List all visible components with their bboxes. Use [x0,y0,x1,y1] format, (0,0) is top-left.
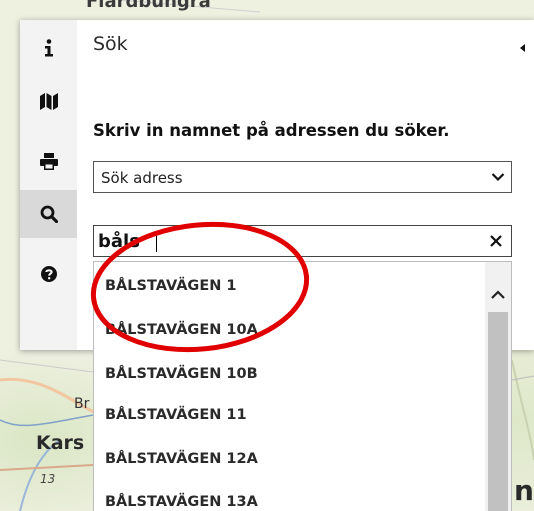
map-label-road-number: 13 [40,472,56,486]
search-result-item[interactable]: BÅLSTAVÄGEN 12A [94,437,484,481]
help-icon [40,266,57,282]
scrollbar-thumb[interactable] [488,312,508,511]
map-label-town: Kars [36,432,85,454]
search-result-item[interactable]: BÅLSTAVÄGEN 13A [94,480,484,511]
text-caret [156,231,157,252]
map-icon [39,92,58,110]
panel-title: Sök [93,33,128,55]
clear-icon[interactable] [489,234,503,248]
search-tool-button[interactable] [20,190,77,238]
map-label-place: Flardbungra [86,0,211,12]
print-button[interactable] [20,137,77,185]
search-result-item[interactable]: BÅLSTAVÄGEN 10B [94,352,484,396]
search-instruction: Skriv in namnet på adressen du söker. [93,121,450,140]
search-result-item[interactable]: BÅLSTAVÄGEN 1 [94,264,484,308]
collapse-panel-icon[interactable] [516,41,530,55]
map-label-place: Br [74,396,90,412]
search-results-list: BÅLSTAVÄGEN 1 BÅLSTAVÄGEN 10A BÅLSTAVÄGE… [93,261,512,511]
search-type-value: Sök adress [101,169,183,187]
map-label-place: n [514,474,534,507]
tool-sidebar [20,20,77,350]
search-result-item[interactable]: BÅLSTAVÄGEN 11 [94,393,484,437]
search-result-item[interactable]: BÅLSTAVÄGEN 10A [94,308,484,352]
address-search-input[interactable] [94,226,474,256]
info-icon [44,39,53,57]
address-search-box [93,225,512,257]
search-icon [40,205,58,223]
help-button[interactable] [20,250,77,298]
info-button[interactable] [20,24,77,72]
scroll-up-icon[interactable] [485,272,511,312]
search-type-select[interactable]: Sök adress [93,161,512,193]
chevron-down-icon [491,173,505,182]
map-button[interactable] [20,77,77,125]
print-icon [39,152,58,170]
